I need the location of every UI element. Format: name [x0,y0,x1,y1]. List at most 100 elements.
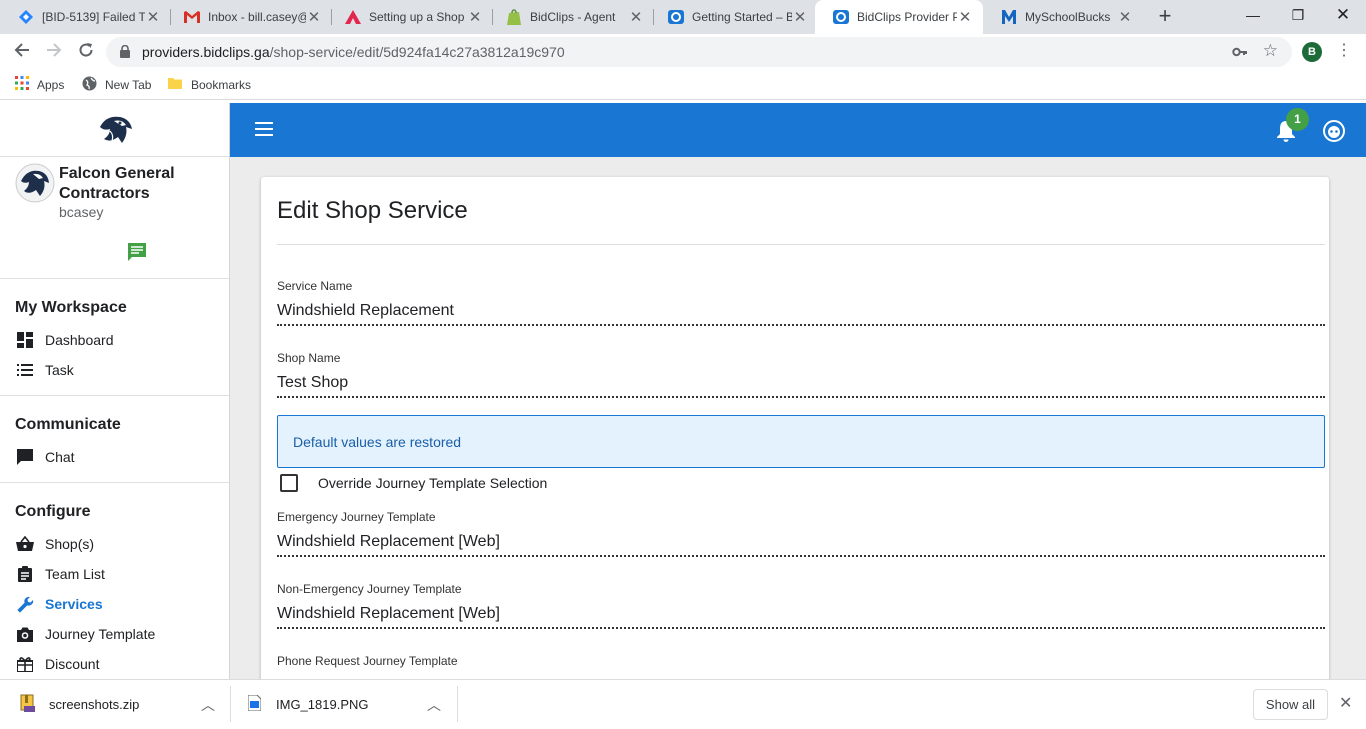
sidebar-item-label: Shop(s) [45,536,95,552]
info-alert: Default values are restored [277,415,1325,468]
download-item[interactable]: IMG_1819.PNG ︿ [247,680,444,729]
url-host: providers.bidclips.ga [142,44,270,60]
chevron-up-icon[interactable]: ︿ [201,695,215,715]
chat-bubble-icon[interactable] [127,242,147,267]
sidebar-item-shops[interactable]: Shop(s) [0,529,229,559]
sidebar-item-team-list[interactable]: Team List [0,559,229,589]
edit-service-card: Edit Shop Service Service Name Windshiel… [261,177,1329,679]
org-name: Falcon General Contractors [59,165,175,202]
field-label: Non-Emergency Journey Template [277,582,462,596]
account-avatar-icon[interactable] [1323,120,1345,147]
address-bar[interactable]: providers.bidclips.ga/shop-service/edit/… [106,37,1292,67]
divider [277,244,1325,245]
sidebar-item-discount[interactable]: Discount [0,649,229,679]
restore-icon[interactable]: ❐ [1275,0,1321,30]
show-all-button[interactable]: Show all [1253,689,1328,720]
tab-title: [BID-5139] Failed T [42,10,145,24]
bookmarks-bar: Apps New Tab Bookmarks [0,70,1366,100]
tab-title: BidClips Provider P [857,10,957,24]
falcon-avatar-icon [15,163,55,203]
notification-count-badge: 1 [1286,108,1309,131]
key-icon[interactable] [1232,44,1248,65]
browser-menu-icon[interactable]: ⋮ [1336,40,1352,60]
tab-close-icon[interactable]: ✕ [792,8,808,26]
bookmark-folder[interactable]: Bookmarks [168,76,251,93]
tab-close-icon[interactable]: ✕ [145,8,161,26]
chevron-up-icon[interactable]: ︿ [427,695,441,715]
section-workspace: My Workspace Dashboard Task [0,279,229,396]
service-name-field: Service Name Windshield Replacement [277,279,1325,326]
tab-close-icon[interactable]: ✕ [957,8,973,26]
gift-icon [16,655,34,673]
emergency-template-select[interactable]: Windshield Replacement [Web] [277,533,1325,557]
shop-name-input[interactable]: Test Shop [277,374,1325,398]
field-label: Service Name [277,279,353,293]
app-header: 1 [230,103,1366,157]
close-downloads-icon[interactable]: ✕ [1339,693,1352,713]
browser-tab[interactable]: MySchoolBucks ✕ [983,0,1143,34]
override-checkbox[interactable] [280,474,298,492]
sidebar-item-chat[interactable]: Chat [0,442,229,472]
sidebar-item-label: Team List [45,566,105,582]
tab-title: Getting Started – B [692,10,792,24]
profile-avatar[interactable]: B [1302,42,1322,62]
new-tab-icon[interactable]: + [1153,5,1177,29]
list-icon [16,361,34,379]
divider [457,686,458,722]
sidebar-item-label: Chat [45,449,75,465]
zip-file-icon [20,694,36,715]
apps-grid-icon [15,76,29,93]
sidebar-nav: My Workspace Dashboard Task Communicate [0,279,229,679]
reload-icon[interactable] [72,38,100,66]
sidebar-item-services[interactable]: Services [0,589,229,619]
field-label: Phone Request Journey Template [277,654,458,668]
section-title: Configure [15,503,91,520]
tab-close-icon[interactable]: ✕ [628,8,644,26]
browser-tab[interactable]: Inbox - bill.casey@ ✕ [166,0,332,34]
shop-name-field: Shop Name Test Shop [277,351,1325,398]
override-checkbox-row[interactable]: Override Journey Template Selection [280,471,547,495]
tab-title: Setting up a Shop [369,10,465,24]
sidebar: Falcon General Contractors bcasey My Wor… [0,103,230,679]
myschoolbucks-icon [1001,9,1017,25]
sidebar-item-journey-template[interactable]: Journey Template [0,619,229,649]
bookmark-star-icon[interactable]: ☆ [1263,41,1278,61]
browser-tab-active[interactable]: BidClips Provider P ✕ [815,0,983,34]
emergency-template-field: Emergency Journey Template Windshield Re… [277,510,1325,557]
globe-icon [82,76,97,94]
browser-tab[interactable]: BidClips - Agent ✕ [488,0,654,34]
bookmark-label: Apps [37,77,65,92]
sidebar-item-task[interactable]: Task [0,355,229,385]
download-filename: IMG_1819.PNG [276,697,369,712]
service-name-input[interactable]: Windshield Replacement [277,302,1325,326]
browser-tab[interactable]: Setting up a Shop ✕ [327,0,493,34]
app-logo[interactable] [0,103,229,157]
window-close-icon[interactable]: ✕ [1320,0,1366,30]
hamburger-menu-icon[interactable] [255,122,273,141]
image-file-icon [247,694,262,714]
shopify-icon [506,9,522,25]
section-title: Communicate [15,416,121,433]
bookmark-apps[interactable]: Apps [15,76,64,93]
lock-icon [120,44,130,63]
back-icon[interactable] [8,38,36,66]
browser-tab[interactable]: Getting Started – B ✕ [650,0,818,34]
sidebar-item-dashboard[interactable]: Dashboard [0,325,229,355]
url-path: /shop-service/edit/5d924fa14c27a3812a19c… [269,44,565,60]
tab-close-icon[interactable]: ✕ [1117,8,1133,26]
tab-close-icon[interactable]: ✕ [467,8,483,26]
sidebar-item-label: Journey Template [45,626,156,642]
bookmark-new-tab[interactable]: New Tab [82,76,151,94]
bidclips-icon [668,9,684,25]
org-avatar [15,163,55,208]
phone-template-field: Phone Request Journey Template [277,654,1325,668]
browser-tab[interactable]: [BID-5139] Failed T ✕ [0,0,171,34]
forward-icon[interactable] [40,38,68,66]
minimize-icon[interactable]: — [1230,0,1276,30]
url-text: providers.bidclips.ga/shop-service/edit/… [142,44,565,60]
downloads-bar: screenshots.zip ︿ IMG_1819.PNG ︿ Show al… [0,679,1366,728]
tab-close-icon[interactable]: ✕ [306,8,322,26]
download-item[interactable]: screenshots.zip ︿ [20,680,216,729]
non-emergency-template-select[interactable]: Windshield Replacement [Web] [277,605,1325,629]
alert-message: Default values are restored [293,434,462,450]
